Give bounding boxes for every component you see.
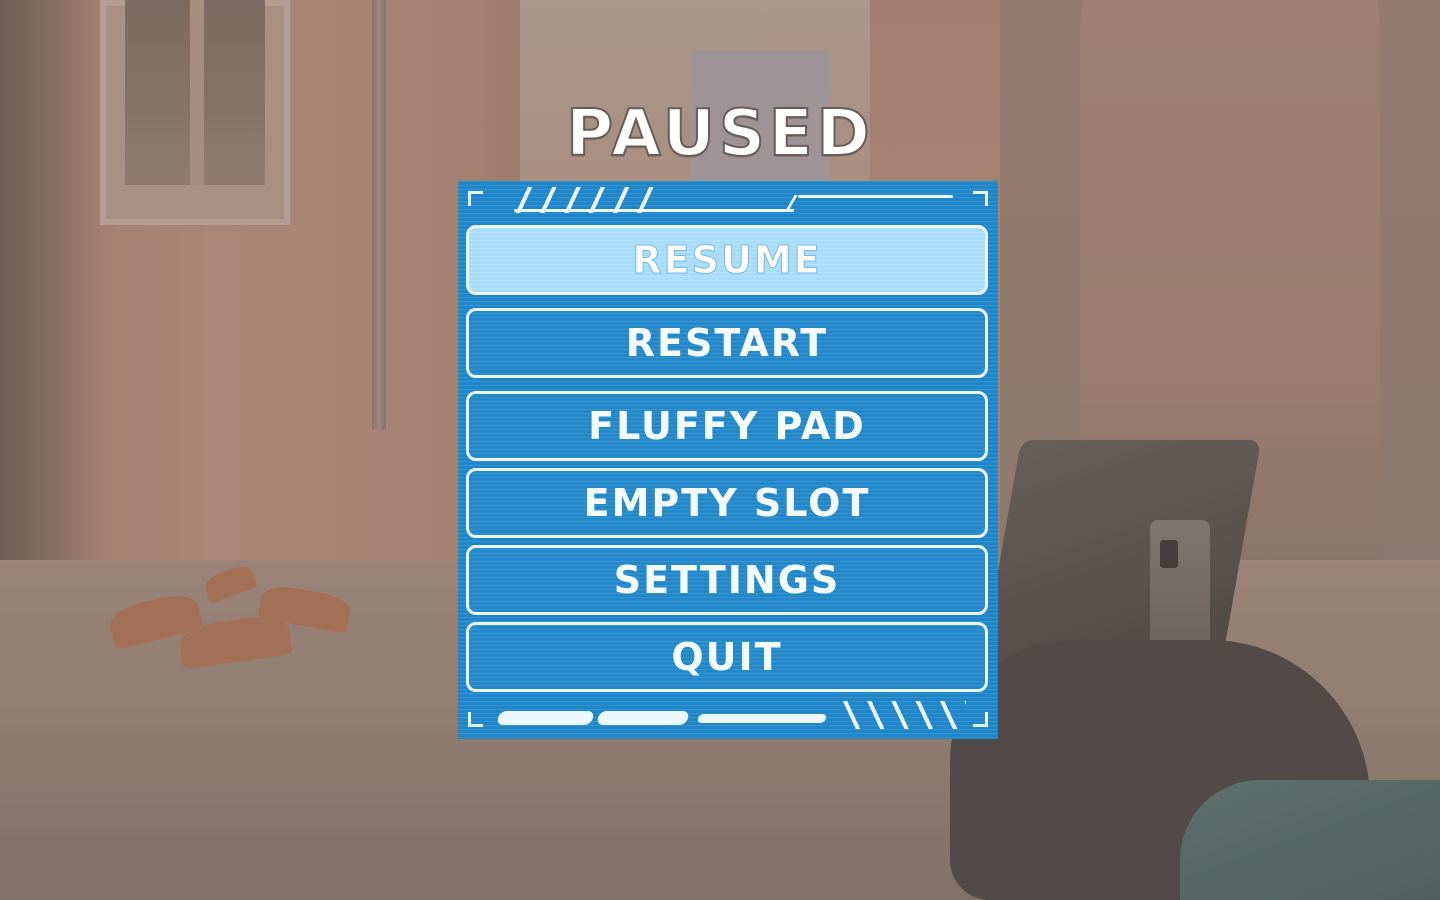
- corner-bracket: [468, 191, 483, 206]
- bottom-bar-decoration: [596, 711, 690, 725]
- menu-item-restart[interactable]: RESTART: [466, 308, 988, 378]
- top-line-decoration: [798, 195, 953, 198]
- corner-bracket: [973, 712, 988, 727]
- pause-menu-panel: RESUME RESTART FLUFFY PAD EMPTY SLOT SET…: [458, 181, 998, 739]
- menu-item-resume[interactable]: RESUME: [466, 225, 988, 295]
- bottom-slash-decoration: [836, 701, 966, 729]
- top-line-decoration: [514, 209, 794, 212]
- paused-title: PAUSED: [565, 96, 874, 172]
- menu-item-settings[interactable]: SETTINGS: [466, 545, 988, 615]
- bottom-bar-decoration: [696, 714, 828, 723]
- corner-bracket: [973, 191, 988, 206]
- menu-item-fluffy-pad[interactable]: FLUFFY PAD: [466, 391, 988, 461]
- menu-item-empty-slot[interactable]: EMPTY SLOT: [466, 468, 988, 538]
- menu-item-quit[interactable]: QUIT: [466, 622, 988, 692]
- bottom-bar-decoration: [496, 711, 595, 725]
- corner-bracket: [468, 712, 483, 727]
